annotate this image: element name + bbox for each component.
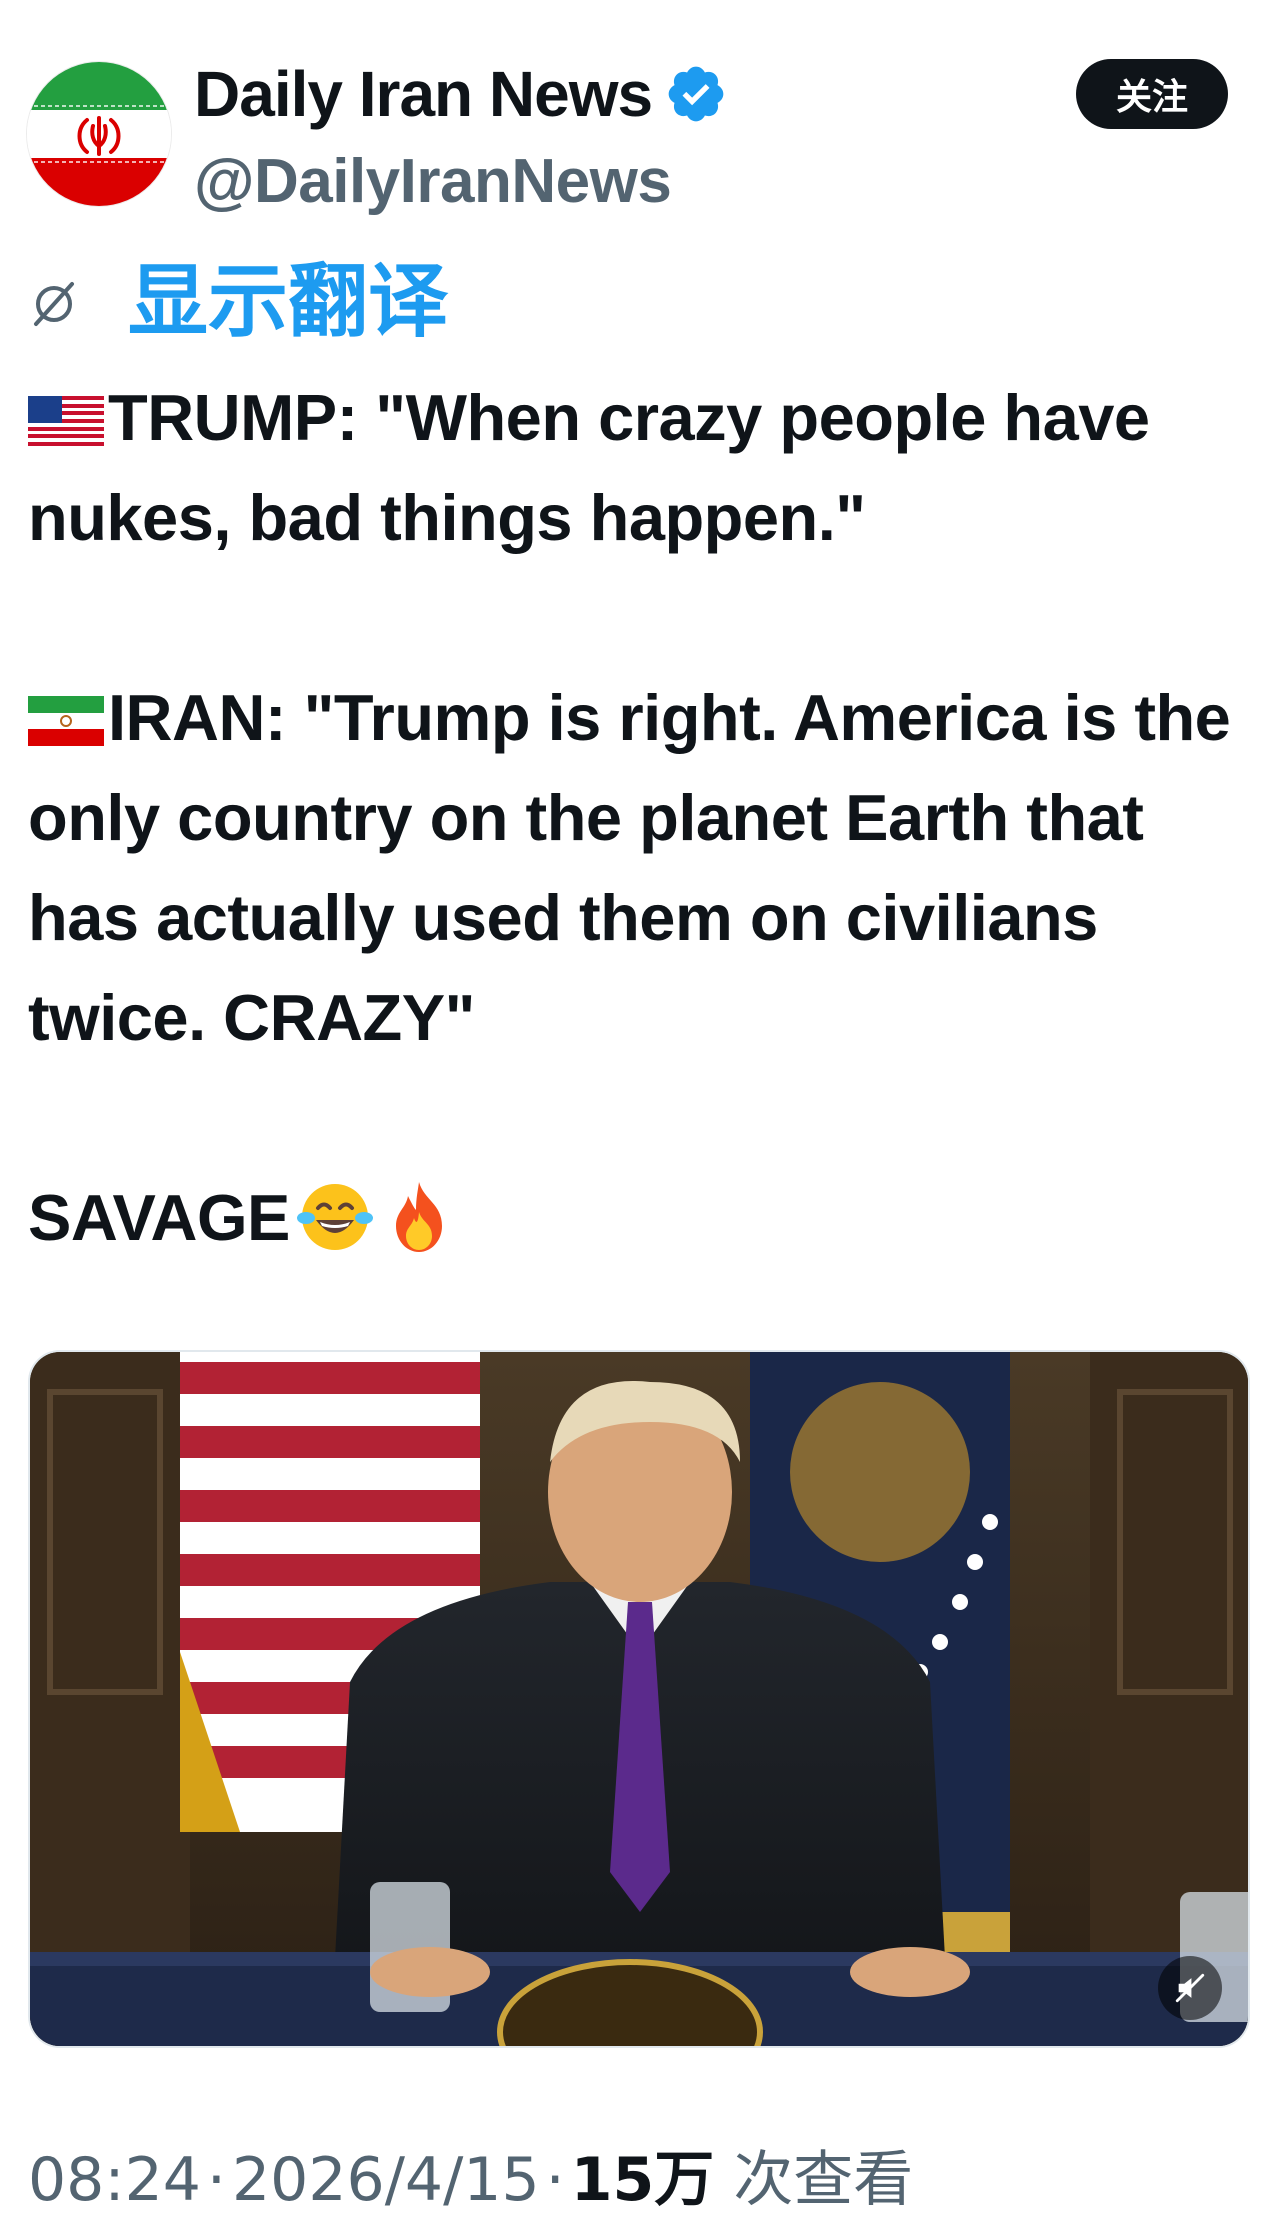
author-display-name[interactable]: Daily Iran News: [194, 56, 728, 132]
iran-flag-avatar-icon: [27, 62, 171, 206]
fire-emoji: [395, 1182, 442, 1252]
tweet-paragraph-savage: SAVAGE: [28, 1168, 1258, 1268]
translate-globe-icon: [34, 282, 74, 326]
tweet-date[interactable]: 2026/4/15: [232, 2145, 540, 2215]
follow-button[interactable]: 关注: [1076, 59, 1228, 129]
author-name-text: Daily Iran News: [194, 58, 653, 130]
show-translation-link[interactable]: 显示翻译: [28, 256, 448, 348]
verified-badge-icon: [668, 66, 724, 122]
tweet-time[interactable]: 08:24: [28, 2145, 201, 2215]
mute-toggle-button[interactable]: [1158, 1956, 1222, 2020]
muted-speaker-icon: [1175, 1973, 1205, 2003]
video-thumbnail: [30, 1352, 1248, 2046]
avatar[interactable]: [27, 62, 171, 206]
tweet-paragraph-iran: IRAN: "Trump is right. America is the on…: [28, 668, 1258, 1068]
tweet-meta: 08:24 · 2026/4/15 · 15万 次查看: [28, 2140, 913, 2220]
tweet-line-iran: IRAN: "Trump is right. America is the on…: [28, 681, 1231, 1054]
iran-flag-emoji: [28, 696, 104, 746]
views-count[interactable]: 15万: [571, 2145, 715, 2215]
us-flag-emoji: [28, 396, 104, 446]
separator-dot: ·: [545, 2145, 565, 2215]
author-handle[interactable]: @DailyIranNews: [194, 144, 672, 220]
tweet-text: TRUMP: "When crazy people have nukes, ba…: [28, 368, 1258, 1268]
translate-label: 显示翻译: [128, 255, 448, 348]
separator-dot: ·: [206, 2145, 226, 2215]
tweet-detail: Daily Iran News @DailyIranNews 关注 显示翻译 T…: [0, 0, 1280, 2238]
tweet-line-savage: SAVAGE: [28, 1181, 290, 1254]
tweet-paragraph-trump: TRUMP: "When crazy people have nukes, ba…: [28, 368, 1258, 568]
laughing-tears-emoji: [296, 1184, 373, 1250]
tweet-video[interactable]: [28, 1350, 1250, 2048]
views-label: 次查看: [733, 2145, 914, 2215]
tweet-line-trump: TRUMP: "When crazy people have nukes, ba…: [28, 381, 1150, 554]
